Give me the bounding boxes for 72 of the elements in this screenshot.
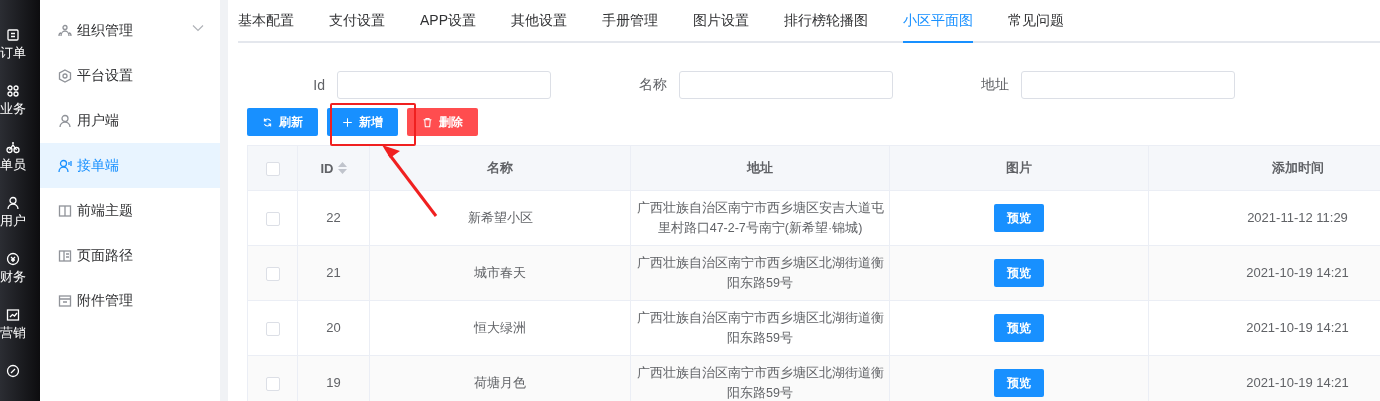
column-header: 地址 <box>747 159 773 177</box>
tab[interactable]: 手册管理 <box>602 0 658 43</box>
address-cell: 广西壮族自治区南宁市西乡塘区安吉大道屯里村路口47-2-7号南宁(新希望·锦城) <box>636 201 884 235</box>
column-header: 添加时间 <box>1271 159 1324 177</box>
checkbox[interactable] <box>265 211 280 226</box>
column-header: 名称 <box>487 159 513 177</box>
bicycle-icon <box>6 140 20 154</box>
checkbox[interactable] <box>265 321 280 336</box>
user-icon <box>58 113 72 128</box>
tab[interactable]: 排行榜轮播图 <box>784 0 868 43</box>
rail-menu-item[interactable]: 订单 <box>0 45 26 61</box>
sidebar-item[interactable]: 附件管理 <box>40 278 220 323</box>
rail-menu-item[interactable]: 单员 <box>0 157 26 173</box>
tab[interactable]: 其他设置 <box>511 0 567 43</box>
tab[interactable]: 基本配置 <box>238 0 294 43</box>
field-label: 名称 <box>639 76 667 94</box>
sidebar-item[interactable]: 前端主题 <box>40 188 220 233</box>
id-cell: 19 <box>326 375 341 390</box>
folder-icon <box>58 293 72 308</box>
sidebar-item[interactable]: 组织管理 <box>40 8 220 53</box>
date-cell: 2021-10-19 14:21 <box>1246 265 1349 280</box>
sidebar-item[interactable]: 用户端 <box>40 98 220 143</box>
refresh-icon <box>262 116 273 128</box>
tab[interactable]: 图片设置 <box>693 0 749 43</box>
trash-icon <box>422 116 433 128</box>
rail-menu-item[interactable]: 营销 <box>0 325 26 341</box>
hexagon-icon <box>58 68 72 83</box>
rail-menu-item[interactable]: 业务 <box>0 101 26 117</box>
input-field[interactable] <box>337 71 551 99</box>
field-label: Id <box>313 77 325 93</box>
rail-menu-item[interactable]: 财务 <box>0 269 26 285</box>
id-cell: 22 <box>326 210 341 225</box>
sidebar-item[interactable]: 平台设置 <box>40 53 220 98</box>
name-cell: 城市春天 <box>474 265 526 280</box>
coin-icon <box>6 252 20 266</box>
chart-icon <box>6 308 20 322</box>
list-icon <box>6 28 20 42</box>
date-cell: 2021-10-19 14:21 <box>1246 320 1349 335</box>
checkbox[interactable] <box>265 161 280 176</box>
name-cell: 荷塘月色 <box>474 375 526 390</box>
user-signal-icon <box>58 158 72 173</box>
layout-icon <box>58 248 72 263</box>
chevron-down-icon <box>192 24 204 32</box>
sidebar-item[interactable]: 页面路径 <box>40 233 220 278</box>
link-icon <box>6 364 20 378</box>
tab[interactable]: 支付设置 <box>329 0 385 43</box>
tab[interactable]: 常见问题 <box>1008 0 1064 43</box>
address-cell: 广西壮族自治区南宁市西乡塘区北湖街道衡阳东路59号 <box>636 366 884 400</box>
sort-icon[interactable] <box>337 162 347 174</box>
user-icon <box>6 196 20 210</box>
annotation-arrow <box>382 145 438 217</box>
book-icon <box>58 203 72 218</box>
date-cell: 2021-11-12 11:29 <box>1247 210 1348 225</box>
checkbox[interactable] <box>265 376 280 391</box>
address-cell: 广西壮族自治区南宁市西乡塘区北湖街道衡阳东路59号 <box>636 311 884 345</box>
name-cell: 新希望小区 <box>467 210 533 225</box>
name-cell: 恒大绿洲 <box>474 320 526 335</box>
id-cell: 21 <box>326 265 341 280</box>
field-label: 地址 <box>981 76 1009 94</box>
column-header: ID <box>320 160 334 176</box>
date-cell: 2021-10-19 14:21 <box>1246 375 1349 390</box>
input-field[interactable] <box>679 71 893 99</box>
id-cell: 20 <box>326 320 341 335</box>
plus-icon <box>342 116 353 128</box>
rail-menu-item[interactable]: 用户 <box>0 213 26 229</box>
address-cell: 广西壮族自治区南宁市西乡塘区北湖街道衡阳东路59号 <box>636 256 884 290</box>
grid-icon <box>6 84 20 98</box>
checkbox[interactable] <box>265 266 280 281</box>
people-icon <box>58 23 72 38</box>
input-field[interactable] <box>1021 71 1235 99</box>
tab[interactable]: APP设置 <box>420 0 476 43</box>
column-header: 图片 <box>1006 159 1032 177</box>
